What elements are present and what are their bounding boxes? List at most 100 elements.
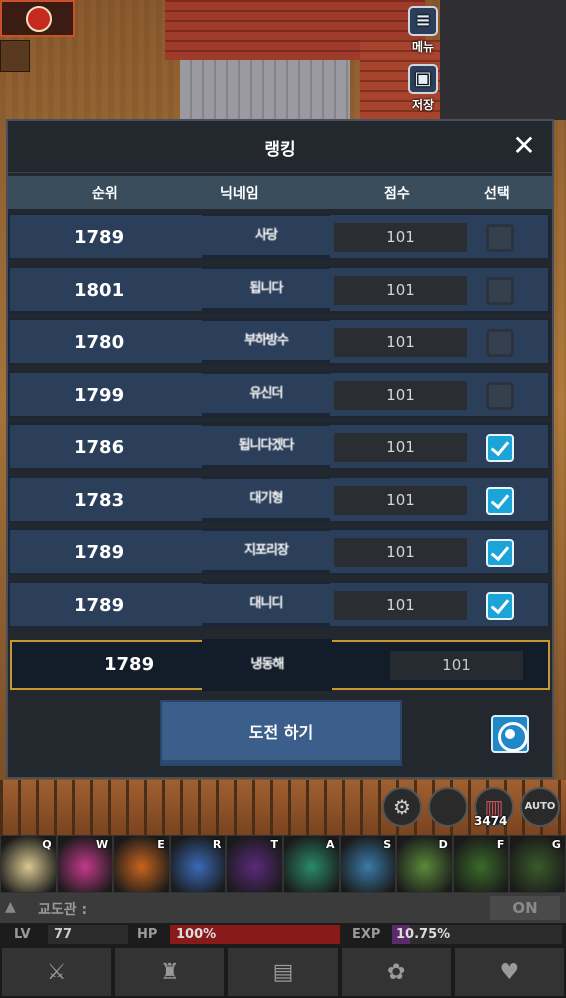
skill-slot[interactable]: T <box>226 835 283 893</box>
skill-key: G <box>551 838 561 851</box>
refresh-button[interactable] <box>491 715 529 753</box>
skill-slot[interactable]: Q <box>0 835 57 893</box>
ranking-row: 1786 됩니다겠다 101 <box>8 423 550 470</box>
save-label: 저장 <box>411 98 435 112</box>
rank-value: 1789 <box>74 227 125 248</box>
nickname: 지포리장 <box>244 543 289 558</box>
hp-label: HP <box>137 927 158 942</box>
column-header: 순위 닉네임 점수 선택 <box>8 176 552 209</box>
ranking-row: 1799 유신더 101 <box>8 370 550 418</box>
score-value: 101 <box>334 485 467 515</box>
armor-icon: ♜ <box>159 959 180 985</box>
select-checkbox[interactable] <box>486 329 514 357</box>
scroll-icon: ▤ <box>272 959 294 985</box>
rank-value: 1789 <box>74 542 125 563</box>
nav-weapon[interactable]: ⚔ <box>0 946 114 998</box>
house-wall <box>180 60 350 120</box>
score-value: 101 <box>334 328 467 357</box>
rank-value: 1783 <box>74 489 125 511</box>
nickname-cell: 대니디 <box>202 580 330 626</box>
event-banner[interactable] <box>0 0 75 37</box>
col-nickname: 닉네임 <box>220 186 259 202</box>
skill-slot[interactable]: W <box>56 835 114 893</box>
score-value: 101 <box>334 275 467 305</box>
nickname: 유신더 <box>249 385 284 401</box>
rank-value: 1786 <box>74 437 125 458</box>
ranking-row: 1780 부하방수 101 <box>8 318 550 365</box>
potion-count: 3474 <box>474 814 508 828</box>
save-button[interactable]: ▣ 저장 <box>400 64 446 116</box>
select-checkbox[interactable] <box>486 224 514 252</box>
col-rank: 순위 <box>92 186 118 202</box>
nav-pet[interactable]: ✿ <box>339 946 453 998</box>
chat-toggle-button[interactable]: ON <box>490 896 560 920</box>
skill-key: F <box>496 838 505 851</box>
select-checkbox[interactable] <box>486 591 514 620</box>
score-value: 101 <box>334 433 467 462</box>
dialog-header: 랭킹 ✕ <box>8 121 552 173</box>
skill-key: W <box>96 838 109 851</box>
sword-icon: ⚔ <box>46 959 67 985</box>
score-value: 101 <box>334 590 467 620</box>
skill-slot[interactable]: G <box>509 835 566 893</box>
select-checkbox[interactable] <box>486 434 514 462</box>
skill-slot[interactable]: A <box>282 835 340 893</box>
nav-scroll[interactable]: ▤ <box>226 946 340 998</box>
score-value: 101 <box>334 223 467 252</box>
challenge-button[interactable]: 도전 하기 <box>160 700 402 766</box>
rank-value: 1789 <box>74 594 125 616</box>
my-nickname: 냉동해 <box>250 657 285 672</box>
menu-button[interactable]: ≡ 메뉴 <box>400 6 446 58</box>
nickname: 대기형 <box>249 490 284 506</box>
skill-slot[interactable]: E <box>113 835 170 893</box>
select-checkbox[interactable] <box>486 539 514 567</box>
skill-key: E <box>157 838 165 851</box>
ranking-row: 1789 대니디 101 <box>8 580 550 628</box>
skill-slot[interactable]: R <box>169 835 227 893</box>
ranking-row: 1801 됩니다 101 <box>8 265 550 313</box>
nickname: 부하방수 <box>244 333 289 348</box>
dialog-title: 랭킹 <box>264 140 296 160</box>
ranking-row: 1789 지포리장 101 <box>8 528 550 575</box>
score-value: 101 <box>334 380 467 410</box>
auto-button[interactable]: AUTO <box>520 787 560 827</box>
skill-slot[interactable]: D <box>396 835 453 893</box>
nav-armor[interactable]: ♜ <box>113 946 227 998</box>
skill-key: T <box>270 838 278 851</box>
nickname-cell: 부하방수 <box>202 318 330 363</box>
skill-slot[interactable]: S <box>339 835 397 893</box>
bell-icon[interactable]: ▲ <box>5 899 21 915</box>
settings-button[interactable]: ⚙ <box>382 787 422 827</box>
rank-value: 1780 <box>74 332 125 353</box>
bottom-nav: ⚔ ♜ ▤ ✿ ♥ <box>0 946 566 998</box>
my-nickname-cell: 냉동해 <box>202 639 332 691</box>
skill-key: R <box>212 838 222 851</box>
col-select: 선택 <box>484 186 510 202</box>
nickname-cell: 유신더 <box>202 370 330 416</box>
select-checkbox[interactable] <box>486 381 514 410</box>
nickname-cell: 지포리장 <box>202 528 330 573</box>
select-checkbox[interactable] <box>486 276 514 305</box>
skill-slot[interactable]: F <box>452 835 510 893</box>
close-icon: ✕ <box>512 129 536 162</box>
close-button[interactable]: ✕ <box>508 130 540 162</box>
nickname: 됩니다 <box>249 280 284 296</box>
skill-bar: Q W E R TA S D F G <box>0 835 566 893</box>
gear-icon: ⚙ <box>393 795 411 819</box>
hp-value: 100% <box>176 927 217 942</box>
ranking-list: 1789 사당 101 1801 됩니다 101 1780 부하방수 101 1799 유신더 101… <box>8 213 552 633</box>
chat-bar: ▲ 교도관 : ON <box>0 893 566 923</box>
building <box>440 0 566 120</box>
skill-key: S <box>383 838 392 851</box>
floppy-disk-icon: ▣ <box>408 64 438 94</box>
my-rank: 1789 <box>104 654 155 675</box>
nav-heart[interactable]: ♥ <box>452 946 566 998</box>
alarm-clock-icon <box>26 6 52 32</box>
skill-key: D <box>438 838 448 851</box>
player-avatar[interactable] <box>0 40 30 72</box>
select-checkbox[interactable] <box>486 486 514 515</box>
ranking-row: 1783 대기형 101 <box>8 475 550 523</box>
my-rank-row: 1789 냉동해 101 <box>10 639 550 691</box>
empty-slot-button[interactable] <box>428 787 468 827</box>
exp-label: EXP <box>352 927 381 942</box>
